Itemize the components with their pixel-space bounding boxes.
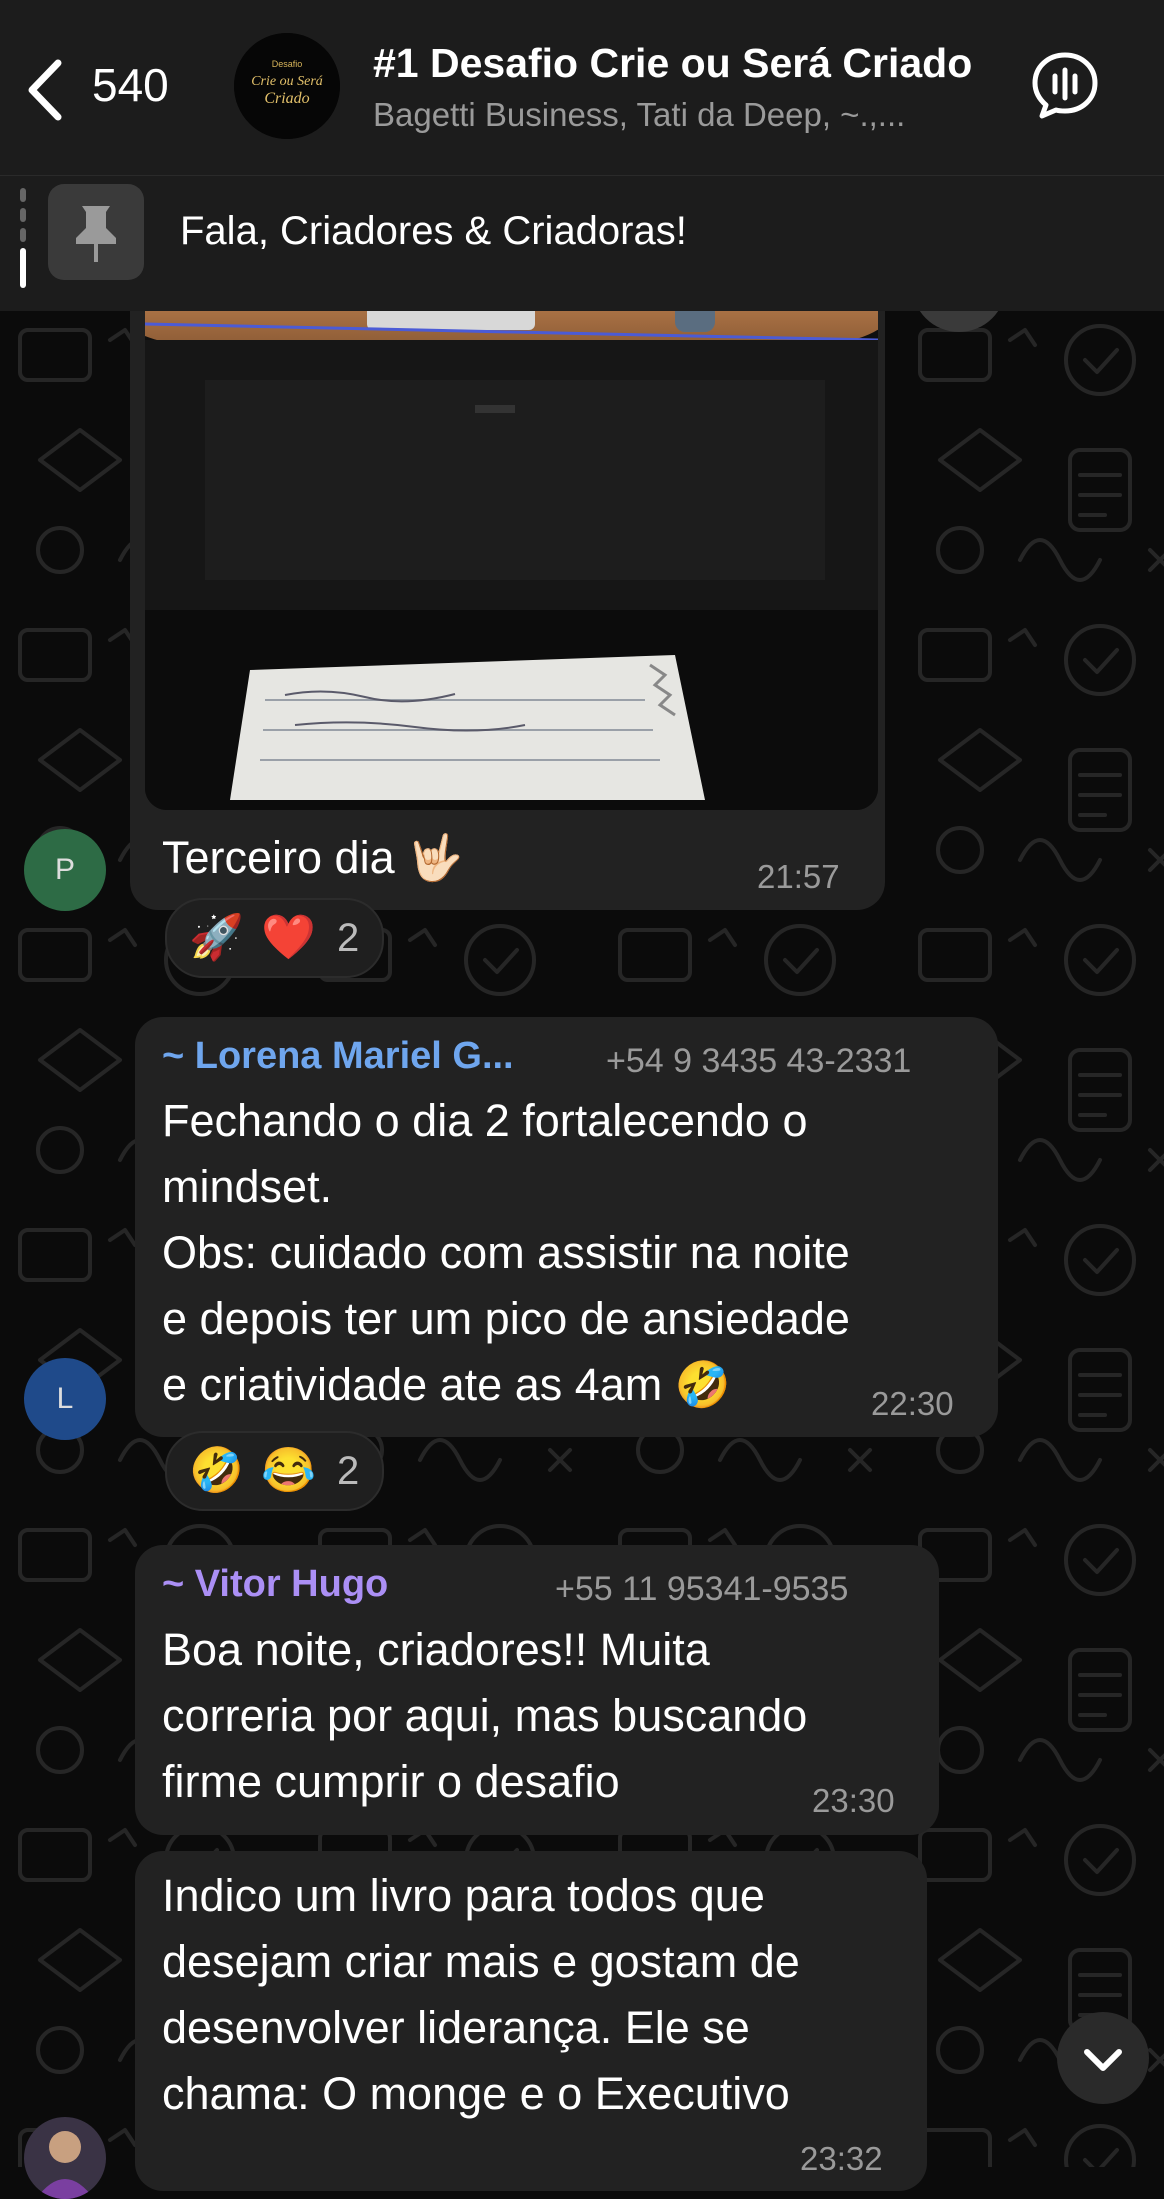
message-time: 22:30 (871, 1385, 954, 1422)
message-text-line: chama: O monge e o Executivo (162, 2068, 790, 2119)
reaction-emoji[interactable]: 🤣 (189, 1445, 244, 1497)
message-text-line: e depois ter um pico de ansiedade (162, 1293, 850, 1344)
message-text-line: correria por aqui, mas buscando (162, 1690, 808, 1741)
reaction-emoji[interactable]: 😂 (261, 1445, 316, 1497)
chevron-down-icon (1084, 2049, 1122, 2071)
avatar[interactable]: L (24, 1358, 106, 1440)
sender-name[interactable]: ~ Vitor Hugo (162, 1563, 388, 1606)
message-text-line: Obs: cuidado com assistir na noite (162, 1227, 850, 1278)
message-time: 23:32 (800, 2140, 883, 2177)
message-time: 21:57 (757, 858, 840, 895)
reaction-emoji[interactable]: 🚀 (189, 912, 244, 964)
reaction-emoji[interactable]: ❤️ (261, 912, 316, 964)
pinned-message-bar[interactable]: Fala, Criadores & Criadoras! (0, 175, 1164, 311)
message-list: CRIE OU SERÁ CRIADO Terceiro dia 🤟🏻 21:5… (0, 0, 1164, 2199)
svg-text:Crie ou Será: Crie ou Será (251, 74, 323, 89)
group-members[interactable]: Bagetti Business, Tati da Deep, ~.,... (373, 96, 905, 134)
pin-icon (48, 184, 144, 280)
pinned-message-text: Fala, Criadores & Criadoras! (180, 209, 687, 253)
message-text-line: mindset. (162, 1161, 333, 1212)
group-title[interactable]: #1 Desafio Crie ou Será Criado (373, 40, 972, 87)
pin-indicator (20, 188, 26, 288)
sender-phone: +55 11 95341-9535 (555, 1570, 849, 1608)
avatar-initial: P (54, 853, 75, 886)
message-text: Terceiro dia 🤟🏻 (162, 832, 464, 883)
message-text-line: desejam criar mais e gostam de (162, 1936, 800, 1987)
avatar[interactable] (24, 2117, 106, 2199)
scroll-to-bottom-button[interactable] (1057, 2012, 1149, 2104)
message-time: 23:30 (812, 1782, 895, 1819)
message-text-line: e criatividade ate as 4am 🤣 (162, 1359, 731, 1410)
reactions-bar[interactable]: 🤣 😂 2 (165, 1431, 384, 1511)
unread-count[interactable]: 540 (92, 58, 169, 112)
group-avatar[interactable]: Desafio Crie ou Será Criado (234, 33, 340, 139)
message-text-line: Indico um livro para todos que (162, 1870, 765, 1921)
message-text-line: desenvolver liderança. Ele se (162, 2002, 750, 2053)
reactions-bar[interactable]: 🚀 ❤️ 2 (165, 898, 384, 978)
reaction-count: 2 (337, 1449, 360, 1493)
message-text-line: Fechando o dia 2 fortalecendo o (162, 1095, 808, 1146)
back-arrow-icon[interactable] (22, 55, 72, 125)
avatar-initial: L (56, 1382, 74, 1415)
voice-chat-icon[interactable] (1030, 50, 1100, 120)
message-photo[interactable]: CRIE OU SERÁ CRIADO (145, 240, 878, 810)
sender-name[interactable]: ~ Lorena Mariel G... (162, 1035, 514, 1078)
chat-header: 540 Desafio Crie ou Será Criado #1 Desaf… (0, 0, 1164, 175)
avatar[interactable]: P (24, 829, 106, 911)
reaction-count: 2 (337, 916, 360, 960)
sender-phone: +54 9 3435 43-2331 (606, 1042, 912, 1080)
avatar-logo-small: Desafio (272, 59, 303, 69)
svg-text:Criado: Criado (264, 90, 309, 107)
message-text-line: Boa noite, criadores!! Muita (162, 1624, 710, 1675)
message-text-line: firme cumprir o desafio (162, 1756, 620, 1807)
